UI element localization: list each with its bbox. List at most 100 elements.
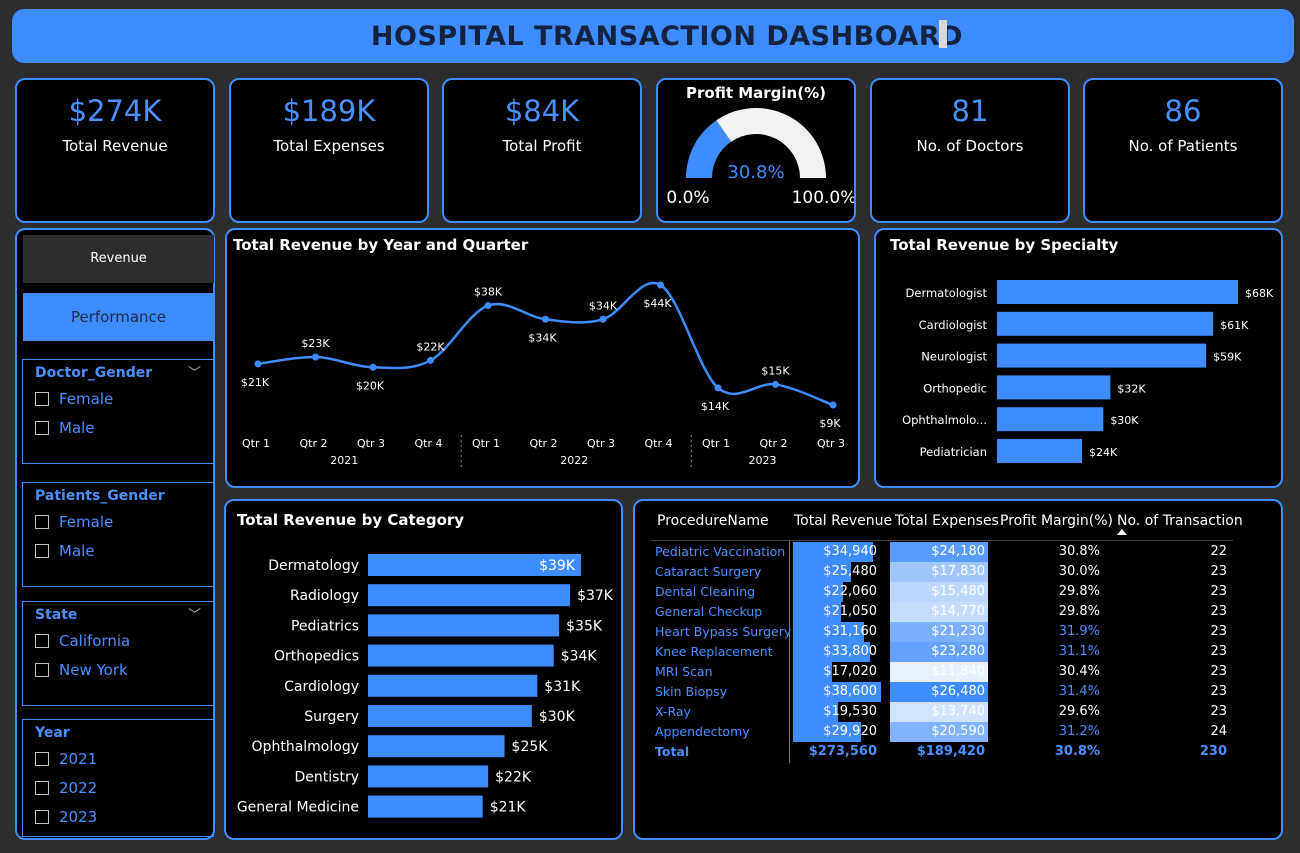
chevron-down-icon[interactable]: ﹀ <box>188 362 201 381</box>
slicer-title: Year <box>35 725 70 741</box>
option-male[interactable]: Male <box>35 419 95 437</box>
data-label: $32K <box>1117 382 1146 395</box>
data-label: $15K <box>761 364 790 377</box>
gauge-value: 30.8% <box>727 162 784 183</box>
table-row[interactable]: Knee Replacement $33,800 $23,280 31.1% 23 <box>651 642 1233 662</box>
data-label: $21K <box>241 376 270 389</box>
checkbox[interactable] <box>35 752 49 766</box>
option-female[interactable]: Female <box>35 390 113 408</box>
bar <box>368 584 571 607</box>
x-tick-label: Qtr 1 <box>242 437 270 450</box>
revenue-cell: $31,160 <box>823 624 877 639</box>
chart-revenue-by-category: Total Revenue by Category Dermatology $39… <box>224 499 623 840</box>
tab-revenue[interactable]: Revenue <box>23 235 214 283</box>
slicer-state: State ﹀ California New York <box>22 601 214 706</box>
kpi-value: $84K <box>504 94 580 128</box>
category-label: Orthopedic <box>923 381 987 395</box>
sidebar: Revenue Performance Doctor_Gender ﹀ Fema… <box>15 228 215 840</box>
table-row[interactable]: Heart Bypass Surgery $31,160 $21,230 31.9% 2… <box>651 622 1233 642</box>
option-male[interactable]: Male <box>35 542 95 560</box>
data-point <box>369 363 377 371</box>
procedure-name: MRI Scan <box>655 664 713 679</box>
expenses-cell: $20,590 <box>931 724 985 739</box>
revenue-cell: $33,800 <box>823 644 877 659</box>
table-row[interactable]: X-Ray $19,530 $13,740 29.6% 23 <box>651 702 1233 722</box>
kpi-profit-margin-gauge: Profit Margin(%) 30.8% 0.0% 100.0% <box>656 78 856 223</box>
data-label: $68K <box>1245 287 1274 300</box>
header-bar: HOSPITAL TRANSACTION DASHBOARD <box>12 9 1294 63</box>
kpi-value: 86 <box>1164 94 1202 128</box>
total-expenses: $189,420 <box>916 744 985 759</box>
margin-cell: 29.8% <box>1058 604 1100 619</box>
margin-cell: 30.4% <box>1058 664 1100 679</box>
option-new-york[interactable]: New York <box>35 661 128 679</box>
column-header-revenue[interactable]: Total Revenue <box>794 513 892 529</box>
bar <box>368 674 538 697</box>
checkbox[interactable] <box>35 544 49 558</box>
bar <box>368 795 483 818</box>
column-header-profit-margin[interactable]: Profit Margin(%) <box>1000 513 1113 529</box>
year-label: 2021 <box>330 454 358 467</box>
data-label: $61K <box>1220 319 1249 332</box>
table-row[interactable]: Dental Cleaning $22,060 $15,480 29.8% 23 <box>651 582 1233 602</box>
table-row[interactable]: MRI Scan $17,020 $11,840 30.4% 23 <box>651 662 1233 682</box>
transactions-cell: 23 <box>1210 564 1227 579</box>
category-label: Cardiology <box>284 679 359 695</box>
option-2022[interactable]: 2022 <box>35 779 97 797</box>
tab-performance[interactable]: Performance <box>23 293 214 341</box>
data-label: $20K <box>356 379 385 392</box>
column-header-transactions[interactable]: No. of Transaction <box>1117 513 1243 529</box>
option-label: Male <box>59 542 95 560</box>
option-female[interactable]: Female <box>35 513 113 531</box>
x-tick-label: Qtr 2 <box>530 437 558 450</box>
column-header-procedure[interactable]: ProcedureName <box>657 513 769 529</box>
data-point <box>714 384 722 392</box>
table-row[interactable]: Pediatric Vaccination $34,940 $24,180 30.8%… <box>651 542 1233 562</box>
data-label: $39K <box>539 558 576 574</box>
option-california[interactable]: California <box>35 632 130 650</box>
data-label: $24K <box>1089 446 1118 459</box>
x-tick-label: Qtr 1 <box>702 437 730 450</box>
bar <box>368 705 532 727</box>
column-header-expenses[interactable]: Total Expenses <box>895 513 999 529</box>
procedure-name: Cataract Surgery <box>655 564 762 579</box>
checkbox[interactable] <box>35 781 49 795</box>
line-chart: $21K Qtr 1 $23K Qtr 2 $20K Qtr 3 $22K Qtr 4 $38K… <box>241 281 845 470</box>
expenses-cell: $15,480 <box>931 584 985 599</box>
chevron-down-icon[interactable]: ﹀ <box>188 604 201 623</box>
checkbox[interactable] <box>35 392 49 406</box>
option-label: Female <box>59 390 114 408</box>
checkbox[interactable] <box>35 810 49 824</box>
category-label: Ophthalmology <box>252 739 359 755</box>
checkbox[interactable] <box>35 634 49 648</box>
transactions-cell: 23 <box>1210 644 1227 659</box>
data-label: $34K <box>561 649 598 665</box>
data-label: $35K <box>566 618 603 634</box>
data-point <box>542 315 549 323</box>
gauge-chart: 30.8% 0.0% 100.0% <box>666 107 854 208</box>
margin-cell: 29.6% <box>1058 704 1100 719</box>
margin-cell: 31.4% <box>1058 684 1100 699</box>
table-row[interactable]: Appendectomy $29,920 $20,590 31.2% 24 <box>651 722 1233 742</box>
bar <box>368 735 505 758</box>
revenue-cell: $21,050 <box>823 604 877 619</box>
dashboard-title: HOSPITAL TRANSACTION DASHBOARD <box>370 21 964 52</box>
table-row[interactable]: General Checkup $21,050 $14,770 29.8% 23 <box>651 602 1233 622</box>
table-row[interactable]: Skin Biopsy $38,600 $26,480 31.4% 23 <box>651 682 1233 702</box>
data-label: $34K <box>589 299 618 312</box>
kpi-value: 81 <box>951 94 989 128</box>
checkbox[interactable] <box>35 515 49 529</box>
revenue-cell: $38,600 <box>823 684 877 699</box>
data-label: $31K <box>544 679 581 695</box>
checkbox[interactable] <box>35 663 49 677</box>
data-point <box>657 281 664 289</box>
kpi-total-revenue: $274K Total Revenue <box>15 78 215 223</box>
checkbox[interactable] <box>35 421 49 435</box>
data-point <box>829 401 837 409</box>
option-2023[interactable]: 2023 <box>35 808 97 826</box>
option-2021[interactable]: 2021 <box>35 750 97 768</box>
table-row[interactable]: Cataract Surgery $25,480 $17,830 30.0% 23 <box>651 562 1233 582</box>
total-margin: 30.8% <box>1054 744 1100 759</box>
data-label: $22K <box>416 340 445 353</box>
slicer-title: Doctor_Gender <box>35 365 153 381</box>
